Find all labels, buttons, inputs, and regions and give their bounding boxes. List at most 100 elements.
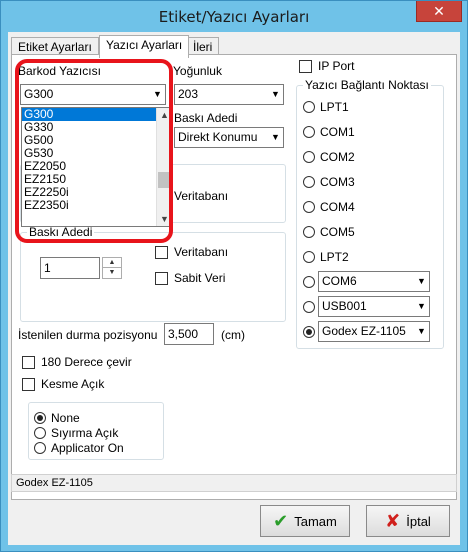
printer-model-value: G300 — [24, 87, 54, 101]
chevron-down-icon: ▼ — [149, 85, 165, 104]
radio-icon — [303, 176, 315, 188]
mode-peel-radio[interactable]: Sıyırma Açık — [34, 426, 118, 440]
ok-button[interactable]: ✔ Tamam — [260, 505, 350, 537]
driver-select[interactable]: Godex EZ-1105 ▼ — [318, 321, 430, 342]
mode-none-radio[interactable]: None — [34, 411, 80, 425]
driver-value: Godex EZ-1105 — [322, 324, 406, 338]
radio-icon — [303, 251, 315, 263]
printer-model-options: G300 G330 G500 G530 EZ2050 EZ2150 EZ2250i EZ235… — [22, 108, 171, 212]
printer-model-select[interactable]: G300 ▼ — [20, 84, 166, 105]
port-label: COM2 — [320, 150, 355, 164]
port-label: COM3 — [320, 175, 355, 189]
ip-port-label: IP Port — [318, 59, 355, 73]
copies-input[interactable]: 1 — [40, 257, 100, 279]
radio-icon — [303, 276, 315, 288]
radio-icon — [303, 226, 315, 238]
checkbox-icon — [155, 271, 168, 285]
chevron-down-icon: ▼ — [413, 272, 429, 291]
fixed-data-label: Sabit Veri — [174, 271, 226, 285]
copies-group-title: Baskı Adedi — [27, 225, 95, 239]
port-lpt1-radio[interactable]: LPT1 — [303, 100, 349, 114]
connection-group-title: Yazıcı Bağlantı Noktası — [303, 78, 431, 92]
print-count-label: Baskı Adedi — [174, 111, 238, 125]
copies-database-check[interactable]: Veritabanı — [155, 245, 228, 259]
mode-applicator-radio[interactable]: Applicator On — [34, 441, 124, 455]
port-com3-radio[interactable]: COM3 — [303, 175, 355, 189]
rotate-check[interactable]: 180 Derece çevir — [22, 355, 132, 369]
port-com4-radio[interactable]: COM4 — [303, 200, 355, 214]
port-label: LPT1 — [320, 100, 349, 114]
checkbox-icon — [155, 245, 168, 259]
barcode-printer-label: Barkod Yazıcısı — [18, 64, 101, 78]
close-button[interactable]: ✕ — [416, 1, 462, 22]
radio-icon — [303, 326, 315, 338]
chevron-down-icon: ▼ — [413, 322, 429, 341]
ok-label: Tamam — [294, 513, 337, 529]
port-label: LPT2 — [320, 250, 349, 264]
window-title: Etiket/Yazıcı Ayarları — [158, 8, 310, 26]
mode-none-label: None — [51, 411, 80, 425]
cut-label: Kesme Açık — [41, 377, 105, 391]
radio-icon — [303, 151, 315, 163]
mode-applicator-label: Applicator On — [51, 441, 124, 455]
stepper-up-icon[interactable]: ▲ — [103, 258, 121, 268]
scroll-down-icon[interactable]: ▼ — [157, 212, 171, 226]
checkbox-icon — [22, 355, 35, 369]
print-count-mode-value: Direkt Konumu — [178, 130, 258, 144]
port-com5-radio[interactable]: COM5 — [303, 225, 355, 239]
stop-position-input[interactable]: 3,500 — [164, 323, 214, 345]
chevron-down-icon: ▼ — [267, 85, 283, 104]
density-label: Yoğunluk — [173, 64, 222, 78]
checkbox-icon — [22, 377, 35, 391]
stop-position-unit: (cm) — [221, 328, 245, 342]
rotate-label: 180 Derece çevir — [41, 355, 132, 369]
port-lpt2-radio[interactable]: LPT2 — [303, 250, 349, 264]
radio-icon — [303, 301, 315, 313]
density-value: 203 — [178, 87, 199, 101]
copies-database-label: Veritabanı — [174, 245, 229, 259]
chevron-down-icon: ▼ — [413, 297, 429, 316]
listbox-scrollbar[interactable]: ▲ ▼ — [156, 108, 171, 226]
stepper-buttons[interactable]: ▲ ▼ — [102, 257, 122, 279]
usb-port-value: USB001 — [322, 299, 367, 313]
title-bar[interactable]: Etiket/Yazıcı Ayarları ✕ — [1, 1, 467, 32]
radio-icon — [303, 126, 315, 138]
printer-model-listbox[interactable]: G300 G330 G500 G530 EZ2050 EZ2150 EZ2250i EZ235… — [21, 107, 172, 227]
port-label: COM5 — [320, 225, 355, 239]
fixed-data-check[interactable]: Sabit Veri — [155, 271, 225, 285]
usb-port-select[interactable]: USB001 ▼ — [318, 296, 430, 317]
cut-check[interactable]: Kesme Açık — [22, 377, 104, 391]
radio-icon — [34, 427, 46, 439]
checkbox-icon — [299, 59, 312, 73]
print-count-mode-select[interactable]: Direkt Konumu ▼ — [174, 127, 284, 148]
port-com2-radio[interactable]: COM2 — [303, 150, 355, 164]
printer-option[interactable]: EZ2350i — [22, 199, 171, 212]
database-label: Veritabanı — [174, 189, 229, 203]
ip-port-check[interactable]: IP Port — [299, 59, 354, 73]
copies-stepper[interactable]: 1 ▲ ▼ — [40, 257, 124, 279]
stepper-down-icon[interactable]: ▼ — [103, 268, 121, 278]
radio-icon — [34, 442, 46, 454]
radio-icon — [303, 201, 315, 213]
status-bar: Godex EZ-1105 — [11, 474, 457, 492]
stop-position-label: İstenilen durma pozisyonu — [18, 328, 158, 342]
port-label: COM1 — [320, 125, 355, 139]
dialog-window: Etiket/Yazıcı Ayarları ✕ Etiket Ayarları… — [0, 0, 468, 552]
chevron-down-icon: ▼ — [267, 128, 283, 147]
density-select[interactable]: 203 ▼ — [174, 84, 284, 105]
radio-icon — [303, 101, 315, 113]
com-port-select[interactable]: COM6 ▼ — [318, 271, 430, 292]
tab-printer-settings[interactable]: Yazıcı Ayarları — [99, 35, 190, 58]
scroll-up-icon[interactable]: ▲ — [157, 108, 171, 122]
port-com1-radio[interactable]: COM1 — [303, 125, 355, 139]
com-port-value: COM6 — [322, 274, 357, 288]
scroll-thumb[interactable] — [158, 172, 170, 188]
dialog-client: Etiket Ayarları Yazıcı Ayarları İleri Ba… — [8, 32, 460, 545]
radio-icon — [34, 412, 46, 424]
mode-peel-label: Sıyırma Açık — [51, 426, 119, 440]
cancel-label: İptal — [406, 513, 431, 529]
cross-icon: ✘ — [385, 510, 401, 531]
cancel-button[interactable]: ✘ İptal — [366, 505, 450, 537]
port-label: COM4 — [320, 200, 355, 214]
checkmark-icon: ✔ — [273, 510, 289, 531]
